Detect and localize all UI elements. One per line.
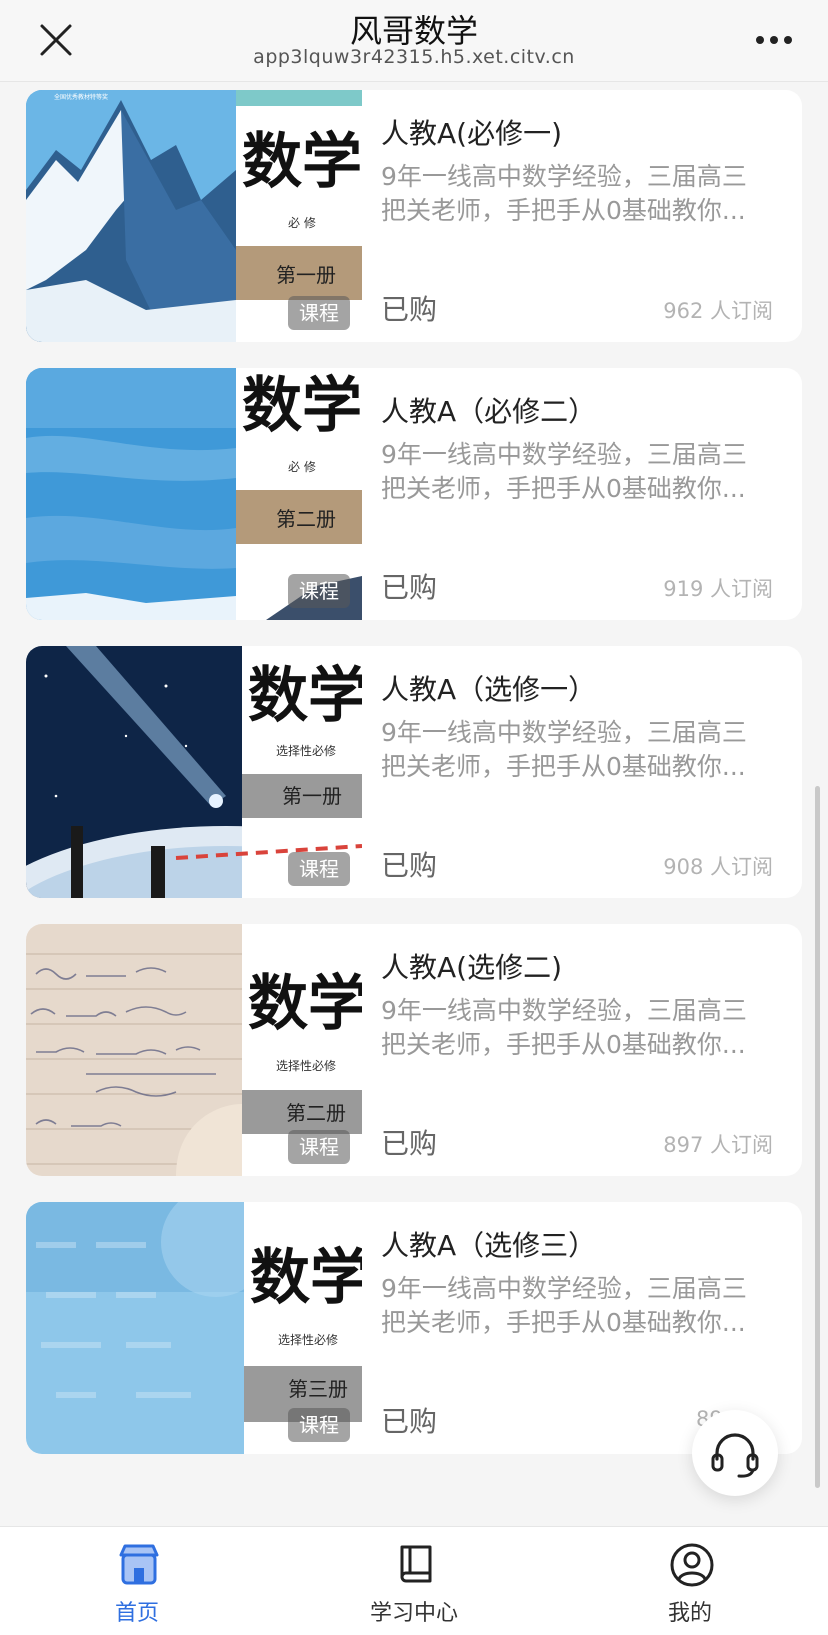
- svg-text:第二册: 第二册: [286, 1101, 346, 1125]
- svg-text:选择性必修: 选择性必修: [278, 1332, 338, 1347]
- subscriber-count: 897 人订阅: [663, 1133, 773, 1157]
- svg-text:第二册: 第二册: [276, 507, 336, 531]
- tab-label: 首页: [114, 1601, 159, 1626]
- course-description: 9年一线高中数学经验，三届高三 把关老师，手把手从0基础教你...: [381, 162, 747, 225]
- purchase-status: 已购: [381, 293, 438, 326]
- svg-text:全国优秀教材特等奖: 全国优秀教材特等奖: [54, 93, 108, 101]
- svg-text:必 修: 必 修: [288, 459, 316, 474]
- course-card[interactable]: 数学 选择性必修 第一册 课程 人教A（选修一） 9年一线高中数学经验，三届高三…: [26, 646, 802, 898]
- course-badge: 课程: [288, 574, 350, 608]
- svg-text:选择性必修: 选择性必修: [276, 743, 336, 758]
- more-button[interactable]: [750, 22, 798, 58]
- course-cover: 全国优秀教材特等奖 数学 必 修 第一册 课程: [26, 90, 362, 342]
- bottom-tab-bar: 首页 学习中心 我的: [0, 1526, 828, 1635]
- course-title: 人教A（选修三）: [381, 1229, 597, 1262]
- svg-text:第三册: 第三册: [288, 1377, 348, 1401]
- more-icon: [756, 36, 792, 44]
- svg-text:数学: 数学: [250, 1243, 362, 1313]
- tab-label: 学习中心: [369, 1601, 458, 1626]
- subscriber-count: 962 人订阅: [663, 299, 773, 323]
- svg-text:数学: 数学: [242, 127, 362, 197]
- svg-text:第一册: 第一册: [276, 263, 336, 287]
- course-description: 9年一线高中数学经验，三届高三 把关老师，手把手从0基础教你...: [381, 1274, 747, 1337]
- course-title: 人教A(选修二): [381, 951, 563, 984]
- subscriber-count: 919 人订阅: [663, 577, 773, 601]
- course-card[interactable]: 数学 必 修 第二册 课程 人教A（必修二） 9年一线高中数学经验，三届高三 把…: [26, 368, 802, 620]
- svg-text:数学: 数学: [248, 969, 362, 1039]
- course-description: 9年一线高中数学经验，三届高三 把关老师，手把手从0基础教你...: [381, 996, 747, 1059]
- course-card[interactable]: 数学 选择性必修 第三册 课程 人教A（选修三） 9年一线高中数学经验，三届高三…: [26, 1202, 802, 1454]
- course-cover: 数学 选择性必修 第二册 课程: [26, 924, 362, 1176]
- course-cover: 数学 选择性必修 第三册 课程: [26, 1202, 362, 1454]
- svg-text:选择性必修: 选择性必修: [276, 1058, 336, 1073]
- course-badge: 课程: [288, 852, 350, 886]
- purchase-status: 已购: [381, 1405, 438, 1438]
- purchase-status: 已购: [381, 571, 438, 604]
- tab-profile[interactable]: 我的: [590, 1527, 790, 1635]
- course-description: 9年一线高中数学经验，三届高三 把关老师，手把手从0基础教你...: [381, 718, 747, 781]
- user-icon: [670, 1543, 714, 1587]
- book-icon: [400, 1545, 432, 1583]
- course-title: 人教A（必修二）: [381, 395, 597, 428]
- course-cover: 数学 必 修 第二册 课程: [26, 368, 362, 620]
- course-title: 人教A（选修一）: [381, 673, 597, 706]
- svg-text:第一册: 第一册: [282, 784, 342, 808]
- course-badge: 课程: [288, 1130, 350, 1164]
- purchase-status: 已购: [381, 849, 438, 882]
- tab-home[interactable]: 首页: [37, 1527, 237, 1635]
- subscriber-count: 908 人订阅: [663, 855, 773, 879]
- top-bar: 风哥数学 app3lquw3r42315.h5.xet.citv.cn: [0, 0, 828, 82]
- tab-learning-center[interactable]: 学习中心: [314, 1527, 514, 1635]
- svg-text:必 修: 必 修: [288, 215, 316, 230]
- course-cover: 数学 选择性必修 第一册 课程: [26, 646, 362, 898]
- page-url: app3lquw3r42315.h5.xet.citv.cn: [253, 46, 575, 68]
- home-icon: [119, 1544, 159, 1585]
- scrollbar[interactable]: [815, 786, 820, 1488]
- headset-icon: [711, 1433, 759, 1478]
- purchase-status: 已购: [381, 1127, 438, 1160]
- course-description: 9年一线高中数学经验，三届高三 把关老师，手把手从0基础教你...: [381, 440, 747, 503]
- course-card[interactable]: 全国优秀教材特等奖 数学 必 修 第一册 课程 人教A(必修一) 9年一线高中数…: [26, 90, 802, 342]
- course-badge: 课程: [288, 296, 350, 330]
- svg-text:数学: 数学: [242, 371, 362, 441]
- customer-support-button[interactable]: [692, 1410, 778, 1496]
- course-title: 人教A(必修一): [381, 117, 563, 150]
- course-card[interactable]: 数学 选择性必修 第二册 课程 人教A(选修二) 9年一线高中数学经验，三届高三…: [26, 924, 802, 1176]
- course-badge: 课程: [288, 1408, 350, 1442]
- tab-label: 我的: [667, 1601, 712, 1626]
- svg-text:数学: 数学: [248, 661, 362, 731]
